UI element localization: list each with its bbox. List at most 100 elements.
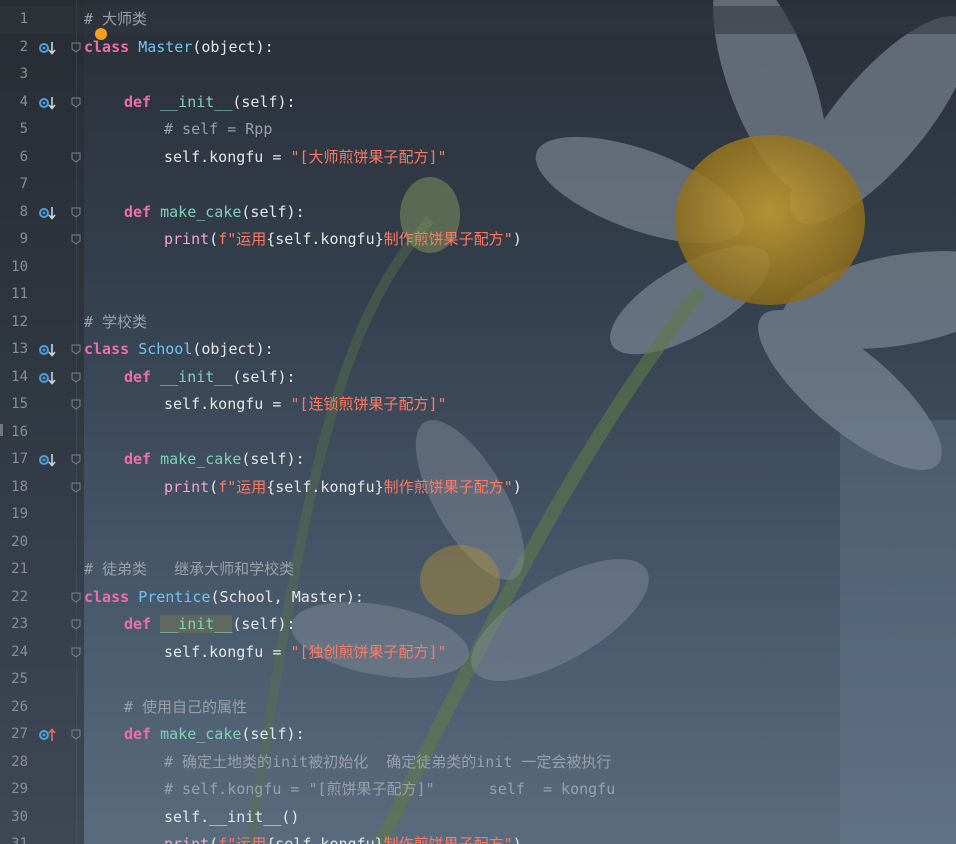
line-number[interactable]: 18 [0,474,28,502]
line-number[interactable]: 19 [0,501,28,529]
code-text[interactable]: print(f"运用{self.kongfu}制作煎饼果子配方") [164,226,522,254]
code-line[interactable]: 25 [0,666,956,694]
code-text[interactable]: # 大师类 [84,6,147,34]
fold-toggle-icon[interactable] [71,647,81,658]
code-line[interactable]: 16 [0,419,956,447]
code-line[interactable]: 20 [0,529,956,557]
code-line[interactable]: 12 # 学校类 [0,309,956,337]
code-lines[interactable]: 1 # 大师类 2 class Master(object): 3 4 def __init… [0,6,956,844]
code-line[interactable]: 11 [0,281,956,309]
line-number[interactable]: 15 [0,391,28,419]
code-text[interactable]: # 使用自己的属性 [124,694,247,722]
line-number[interactable]: 1 [0,6,28,34]
fold-toggle-icon[interactable] [71,234,81,245]
code-line[interactable]: 13 class School(object): [0,336,956,364]
implemented-icon[interactable] [39,453,57,467]
line-number[interactable]: 9 [0,226,28,254]
line-number[interactable]: 5 [0,116,28,144]
code-line[interactable]: 7 [0,171,956,199]
code-line[interactable]: 14 def __init__(self): [0,364,956,392]
fold-toggle-icon[interactable] [71,454,81,465]
code-line[interactable]: 21 # 徒弟类 继承大师和学校类 [0,556,956,584]
code-text[interactable]: class School(object): [84,336,274,364]
code-line[interactable]: 27 def make_cake(self): [0,721,956,749]
code-text[interactable]: def __init__(self): [124,611,296,639]
implemented-icon[interactable] [39,41,57,55]
overrides-icon[interactable] [39,728,57,742]
line-number[interactable]: 25 [0,666,28,694]
code-line[interactable]: 9 print(f"运用{self.kongfu}制作煎饼果子配方") [0,226,956,254]
code-text[interactable]: print(f"运用{self.kongfu}制作煎饼果子配方") [164,831,522,844]
code-text[interactable]: def make_cake(self): [124,721,305,749]
code-line[interactable]: 31 print(f"运用{self.kongfu}制作煎饼果子配方") [0,831,956,844]
code-text[interactable]: self.__init__() [164,804,299,832]
code-text[interactable]: # 徒弟类 继承大师和学校类 [84,556,294,584]
line-number[interactable]: 22 [0,584,28,612]
code-editor[interactable]: 1 # 大师类 2 class Master(object): 3 4 def __init… [0,0,956,844]
code-text[interactable]: def make_cake(self): [124,446,305,474]
line-number[interactable]: 28 [0,749,28,777]
code-text[interactable]: class Master(object): [84,34,274,62]
code-text[interactable]: def __init__(self): [124,364,296,392]
code-text[interactable]: # self.kongfu = "[煎饼果子配方]" self = kongfu [164,776,615,804]
line-number[interactable]: 7 [0,171,28,199]
fold-toggle-icon[interactable] [71,729,81,740]
code-line[interactable]: 28 # 确定土地类的init被初始化 确定徒弟类的init 一定会被执行 [0,749,956,777]
code-line[interactable]: 15 self.kongfu = "[连锁煎饼果子配方]" [0,391,956,419]
code-line[interactable]: 26 # 使用自己的属性 [0,694,956,722]
line-number[interactable]: 24 [0,639,28,667]
fold-toggle-icon[interactable] [71,619,81,630]
line-number[interactable]: 11 [0,281,28,309]
implemented-icon[interactable] [39,96,57,110]
line-number[interactable]: 21 [0,556,28,584]
code-line[interactable]: 2 class Master(object): [0,34,956,62]
code-text[interactable]: self.kongfu = "[独创煎饼果子配方]" [164,639,447,667]
code-line[interactable]: 19 [0,501,956,529]
line-number[interactable]: 26 [0,694,28,722]
fold-toggle-icon[interactable] [71,372,81,383]
code-line[interactable]: 6 self.kongfu = "[大师煎饼果子配方]" [0,144,956,172]
line-number[interactable]: 8 [0,199,28,227]
code-text[interactable]: # 确定土地类的init被初始化 确定徒弟类的init 一定会被执行 [164,749,611,777]
fold-toggle-icon[interactable] [71,482,81,493]
code-line[interactable]: 29 # self.kongfu = "[煎饼果子配方]" self = kong… [0,776,956,804]
code-line[interactable]: 8 def make_cake(self): [0,199,956,227]
line-number[interactable]: 31 [0,831,28,844]
fold-toggle-icon[interactable] [71,42,81,53]
code-text[interactable]: def make_cake(self): [124,199,305,227]
line-number[interactable]: 6 [0,144,28,172]
fold-toggle-icon[interactable] [71,97,81,108]
fold-toggle-icon[interactable] [71,399,81,410]
code-text[interactable]: self.kongfu = "[大师煎饼果子配方]" [164,144,447,172]
intention-bulb-icon[interactable] [95,28,107,40]
code-line[interactable]: 3 [0,61,956,89]
line-number[interactable]: 29 [0,776,28,804]
code-text[interactable]: # 学校类 [84,309,147,337]
code-line[interactable]: 1 # 大师类 [0,6,956,34]
code-line[interactable]: 10 [0,254,956,282]
fold-toggle-icon[interactable] [71,152,81,163]
code-line[interactable]: 22 class Prentice(School, Master): [0,584,956,612]
line-number[interactable]: 14 [0,364,28,392]
line-number[interactable]: 2 [0,34,28,62]
code-text[interactable]: class Prentice(School, Master): [84,584,364,612]
fold-toggle-icon[interactable] [71,207,81,218]
line-number[interactable]: 13 [0,336,28,364]
code-line[interactable]: 24 self.kongfu = "[独创煎饼果子配方]" [0,639,956,667]
line-number[interactable]: 20 [0,529,28,557]
code-text[interactable]: self.kongfu = "[连锁煎饼果子配方]" [164,391,447,419]
code-line[interactable]: 17 def make_cake(self): [0,446,956,474]
line-number[interactable]: 4 [0,89,28,117]
line-number[interactable]: 3 [0,61,28,89]
code-line[interactable]: 30 self.__init__() [0,804,956,832]
code-text[interactable]: def __init__(self): [124,89,296,117]
implemented-icon[interactable] [39,343,57,357]
line-number[interactable]: 17 [0,446,28,474]
code-text[interactable]: print(f"运用{self.kongfu}制作煎饼果子配方") [164,474,522,502]
fold-toggle-icon[interactable] [71,592,81,603]
code-line[interactable]: 18 print(f"运用{self.kongfu}制作煎饼果子配方") [0,474,956,502]
code-line[interactable]: 5 # self = Rpp [0,116,956,144]
code-line[interactable]: 23 def __init__(self): [0,611,956,639]
line-number[interactable]: 30 [0,804,28,832]
fold-toggle-icon[interactable] [71,344,81,355]
